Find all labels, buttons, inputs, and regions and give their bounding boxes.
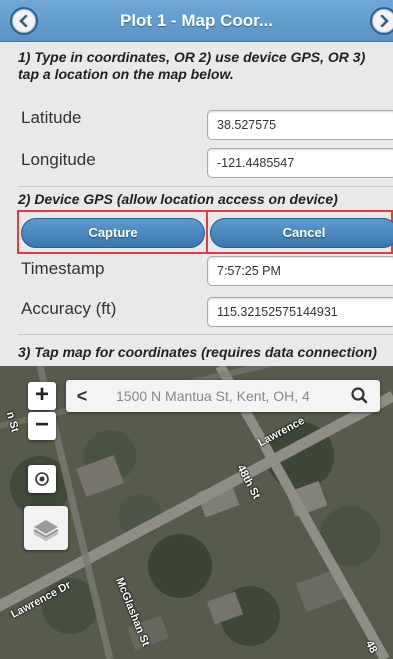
header-bar: Plot 1 - Map Coor... xyxy=(0,0,393,42)
forward-button[interactable] xyxy=(370,7,393,35)
search-back-button[interactable]: < xyxy=(66,380,98,412)
page-title: Plot 1 - Map Coor... xyxy=(119,11,273,30)
search-icon xyxy=(351,387,368,404)
locate-button[interactable] xyxy=(28,465,56,493)
chevron-right-icon xyxy=(380,15,389,27)
timestamp-field[interactable]: 7:57:25 PM xyxy=(207,256,393,286)
capture-highlight: Capture xyxy=(17,210,208,254)
layers-button[interactable] xyxy=(24,506,68,550)
map-search-input[interactable]: 1500 N Mantua St, Kent, OH, 4 xyxy=(116,380,331,412)
satellite-map[interactable]: Lawrence 48th St Lawrence Dr McGlashan S… xyxy=(0,366,393,659)
divider xyxy=(18,334,393,335)
cancel-highlight: Cancel xyxy=(208,210,393,254)
zoom-out-button[interactable]: − xyxy=(28,412,56,440)
map-heading: 3) Tap map for coordinates (requires dat… xyxy=(18,344,377,360)
search-button[interactable] xyxy=(340,380,380,412)
layers-icon xyxy=(33,520,59,542)
capture-button[interactable]: Capture xyxy=(21,218,205,248)
longitude-label: Longitude xyxy=(21,150,96,169)
instructions-text: 1) Type in coordinates, OR 2) use device… xyxy=(18,49,366,82)
latitude-label: Latitude xyxy=(21,108,82,127)
accuracy-field[interactable]: 115.32152575144931 xyxy=(207,297,393,327)
cancel-button[interactable]: Cancel xyxy=(210,218,393,248)
latitude-field[interactable]: 38.527575 xyxy=(207,110,393,140)
target-icon xyxy=(35,472,49,486)
accuracy-label: Accuracy (ft) xyxy=(21,299,117,318)
timestamp-label: Timestamp xyxy=(21,259,105,278)
map-search-bar: < 1500 N Mantua St, Kent, OH, 4 xyxy=(66,380,380,412)
gps-heading: 2) Device GPS (allow location access on … xyxy=(18,191,338,207)
longitude-field[interactable]: -121.4485547 xyxy=(207,148,393,178)
divider xyxy=(18,186,393,187)
zoom-in-button[interactable]: + xyxy=(28,382,56,410)
